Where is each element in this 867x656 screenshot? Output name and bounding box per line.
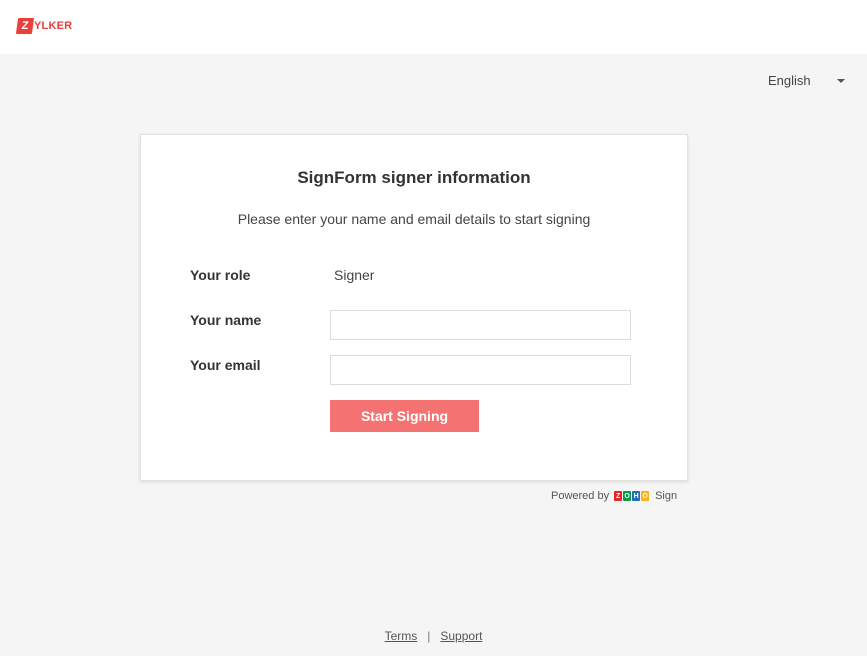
signer-info-card: SignForm signer information Please enter… (140, 134, 688, 481)
caret-down-icon (836, 78, 845, 83)
start-signing-button[interactable]: Start Signing (330, 400, 479, 432)
role-value: Signer (334, 267, 375, 283)
logo-mark: Z (15, 18, 35, 34)
email-input[interactable] (330, 355, 631, 385)
zoho-letter: Z (614, 491, 623, 501)
footer: Terms | Support (0, 629, 867, 643)
logo-text: YLKER (34, 20, 73, 32)
zoho-letter: O (623, 491, 632, 501)
zoho-letter: H (632, 491, 641, 501)
zoho-letter: O (641, 491, 650, 501)
powered-by: Powered by Z O H O Sign (551, 490, 677, 502)
name-input[interactable] (330, 310, 631, 340)
email-label: Your email (190, 357, 261, 373)
language-selector[interactable]: English (768, 73, 845, 88)
form-subtitle: Please enter your name and email details… (237, 211, 591, 227)
zylker-logo: Z YLKER (15, 18, 73, 34)
powered-by-text: Powered by (551, 490, 610, 502)
footer-separator: | (427, 629, 431, 643)
role-label: Your role (190, 267, 251, 283)
name-label: Your name (190, 312, 262, 328)
language-label: English (768, 73, 811, 88)
product-name: Sign (655, 490, 678, 502)
support-link[interactable]: Support (440, 629, 482, 643)
terms-link[interactable]: Terms (385, 629, 418, 643)
top-bar: Z YLKER (0, 0, 867, 54)
form-title: SignForm signer information (297, 168, 531, 187)
zoho-logo: Z O H O (614, 491, 650, 501)
